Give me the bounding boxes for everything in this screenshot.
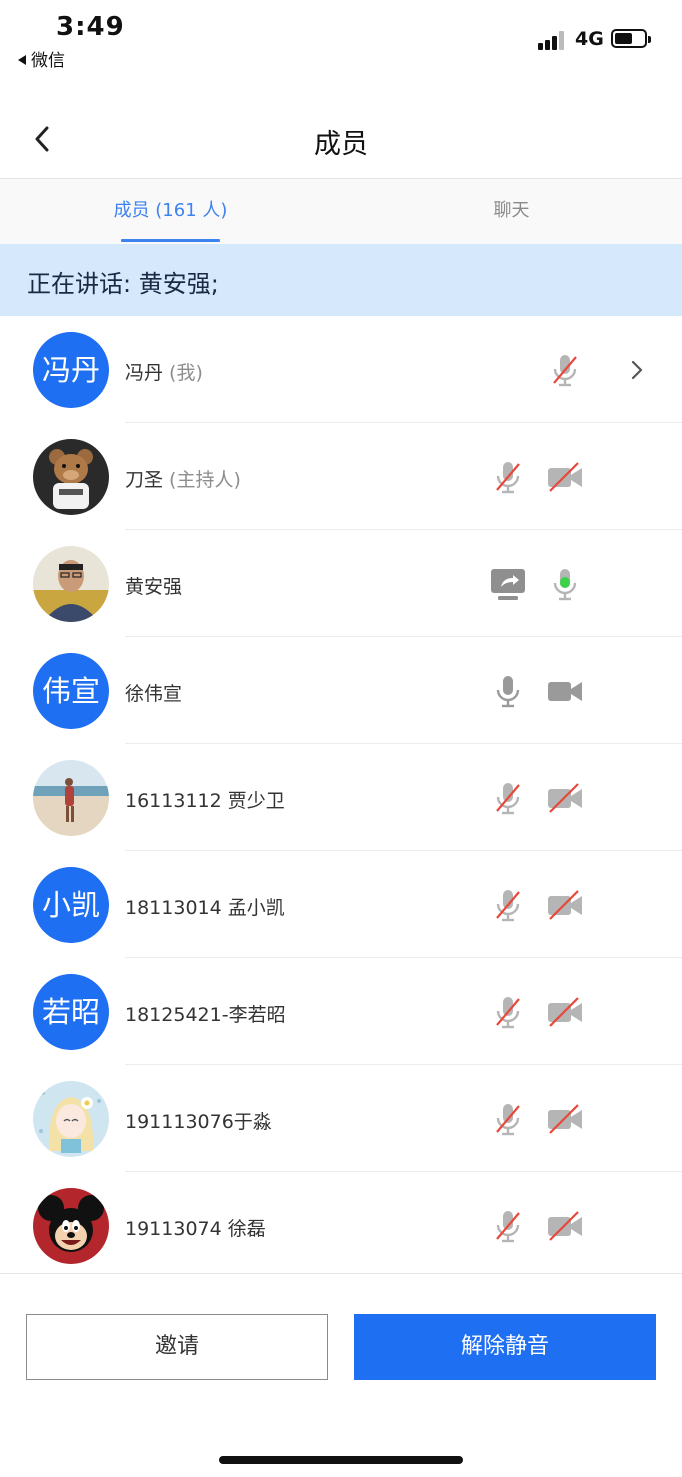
member-name: 18113014 孟小凯 <box>125 897 285 919</box>
member-name: 191113076于淼 <box>125 1111 272 1133</box>
mic-icon[interactable] <box>489 672 527 710</box>
camera-off-icon[interactable] <box>546 886 584 924</box>
member-row[interactable]: 191113076于淼 <box>0 1065 682 1172</box>
avatar <box>33 1081 109 1157</box>
member-tag: (主持人) <box>163 469 241 491</box>
nav-bar: 成员 <box>0 100 682 179</box>
camera-off-icon[interactable] <box>546 458 584 496</box>
avatar <box>33 439 109 515</box>
status-time: 3:49 <box>56 12 125 42</box>
member-name: 刀圣 (主持人) <box>125 469 241 491</box>
mic-muted-icon[interactable] <box>489 1207 527 1245</box>
avatar <box>33 546 109 622</box>
member-name: 黄安强 <box>125 576 183 598</box>
battery-icon <box>611 29 651 48</box>
camera-off-icon[interactable] <box>546 1207 584 1245</box>
camera-off-icon[interactable] <box>546 993 584 1031</box>
member-tag: (我) <box>163 362 203 384</box>
avatar <box>33 1188 109 1264</box>
speaking-banner: 正在讲话: 黄安强; <box>0 244 682 316</box>
status-bar: 3:49 微信 4G <box>0 0 682 80</box>
tab-members[interactable]: 成员 (161 人) <box>0 179 341 244</box>
page-title: 成员 <box>314 129 368 160</box>
screen-share-icon[interactable] <box>489 565 527 603</box>
mic-muted-icon[interactable] <box>489 779 527 817</box>
member-row[interactable]: 若昭 18125421-李若昭 <box>0 958 682 1065</box>
teddy-bear-photo <box>33 439 109 515</box>
back-to-app-link[interactable]: 微信 <box>18 46 65 71</box>
member-row[interactable]: 16113112 贾少卫 <box>0 744 682 851</box>
mic-active-icon[interactable] <box>546 565 584 603</box>
member-name: 徐伟宣 <box>125 683 183 705</box>
tab-chat[interactable]: 聊天 <box>341 179 682 244</box>
mickey-mouse-image <box>33 1188 109 1264</box>
member-name: 16113112 贾少卫 <box>125 790 285 812</box>
mic-muted-icon[interactable] <box>489 886 527 924</box>
back-triangle-icon <box>18 55 26 65</box>
camera-icon[interactable] <box>546 672 584 710</box>
bottom-divider <box>0 1273 682 1274</box>
mic-muted-icon[interactable] <box>546 351 584 389</box>
member-row[interactable]: 冯丹 冯丹 (我) <box>0 316 682 423</box>
speaking-text: 正在讲话: 黄安强; <box>27 270 219 298</box>
unmute-button[interactable]: 解除静音 <box>354 1314 656 1380</box>
avatar: 小凯 <box>33 867 109 943</box>
member-list: 冯丹 冯丹 (我) 刀圣 (主持人) 黄安强 伟宣 徐伟宣 16113112 贾… <box>0 316 682 1279</box>
camera-off-icon[interactable] <box>546 1100 584 1138</box>
member-name: 18125421-李若昭 <box>125 1004 286 1026</box>
beach-photo <box>33 760 109 836</box>
home-indicator[interactable] <box>219 1456 463 1464</box>
member-row[interactable]: 刀圣 (主持人) <box>0 423 682 530</box>
member-name: 19113074 徐磊 <box>125 1218 266 1240</box>
mic-muted-icon[interactable] <box>489 458 527 496</box>
man-portrait-photo <box>33 546 109 622</box>
back-app-label: 微信 <box>31 51 65 71</box>
member-row[interactable]: 黄安强 <box>0 530 682 637</box>
active-tab-indicator <box>121 239 220 242</box>
signal-strength-icon <box>538 30 568 50</box>
tab-bar: 成员 (161 人) 聊天 <box>0 179 682 244</box>
member-row[interactable]: 19113074 徐磊 <box>0 1172 682 1279</box>
cartoon-girl-illustration <box>33 1081 109 1157</box>
avatar: 若昭 <box>33 974 109 1050</box>
avatar: 冯丹 <box>33 332 109 408</box>
member-row[interactable]: 伟宣 徐伟宣 <box>0 637 682 744</box>
camera-off-icon[interactable] <box>546 779 584 817</box>
avatar: 伟宣 <box>33 653 109 729</box>
network-type: 4G <box>575 28 604 50</box>
member-row[interactable]: 小凯 18113014 孟小凯 <box>0 851 682 958</box>
mic-muted-icon[interactable] <box>489 993 527 1031</box>
member-name: 冯丹 (我) <box>125 362 203 384</box>
mic-muted-icon[interactable] <box>489 1100 527 1138</box>
chevron-right-icon[interactable] <box>627 356 647 384</box>
invite-button[interactable]: 邀请 <box>26 1314 328 1380</box>
avatar <box>33 760 109 836</box>
